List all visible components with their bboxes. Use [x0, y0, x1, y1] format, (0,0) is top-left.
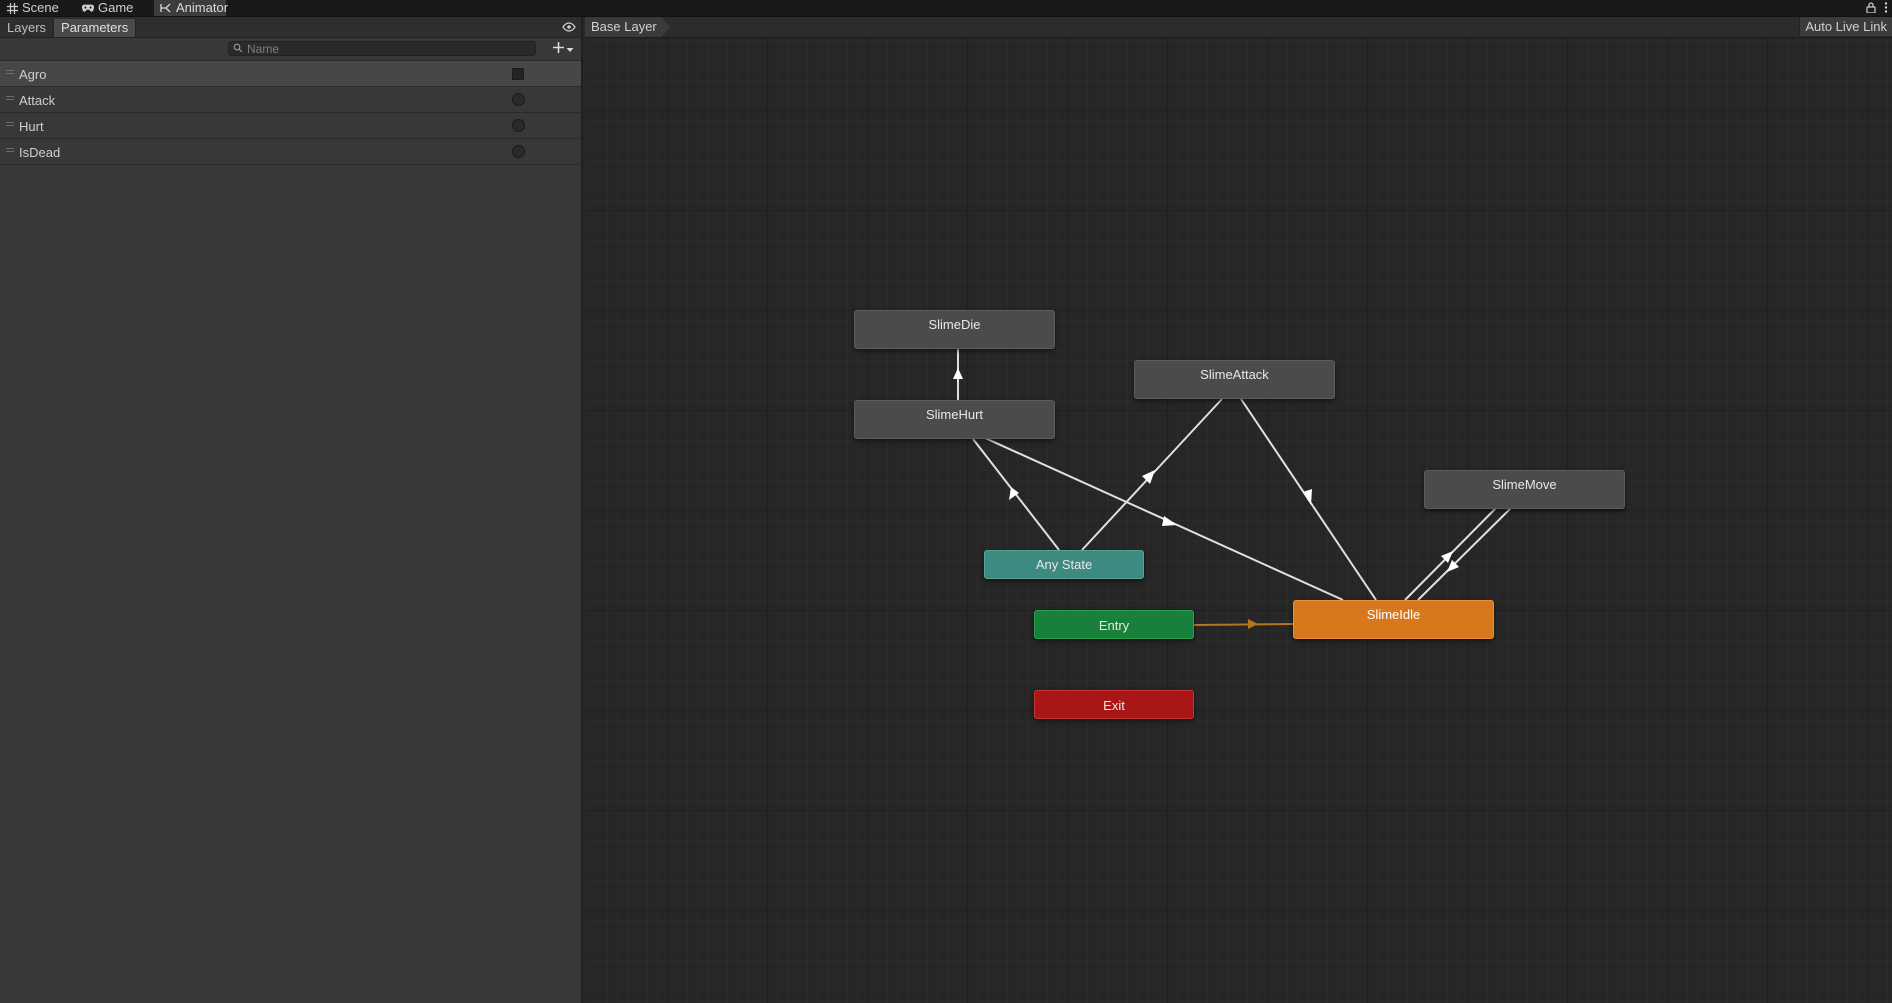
trigger-radio[interactable]: [512, 119, 525, 132]
transition-entry-to-idle[interactable]: [1193, 623, 1294, 626]
breadcrumb-base-layer[interactable]: Base Layer: [585, 17, 670, 37]
transition-arrow-icon: [1162, 516, 1177, 526]
parameter-row-attack[interactable]: Attack: [0, 87, 581, 113]
drag-handle-icon[interactable]: [6, 96, 14, 101]
lock-icon[interactable]: [1866, 1, 1876, 16]
tab-game[interactable]: Game: [76, 0, 139, 16]
transition-links: [953, 349, 1513, 629]
default-transition-arrow-icon: [1248, 619, 1258, 629]
transition-arrow-icon: [953, 368, 963, 379]
drag-handle-icon[interactable]: [6, 122, 14, 127]
eye-icon[interactable]: [561, 19, 577, 35]
parameters-panel: Layers Parameters Agro: [0, 17, 583, 1003]
tab-scene[interactable]: Scene: [0, 0, 65, 16]
search-icon: [233, 41, 243, 56]
state-slime-hurt[interactable]: SlimeHurt: [854, 400, 1055, 439]
search-field[interactable]: [228, 41, 536, 56]
search-input[interactable]: [247, 41, 527, 56]
parameter-name: IsDead: [19, 145, 61, 160]
chevron-down-icon: [566, 41, 574, 56]
drag-handle-icon[interactable]: [6, 148, 14, 153]
tab-label: Animator: [176, 0, 229, 15]
tab-strip-controls: [1866, 0, 1888, 16]
state-machine-graph[interactable]: SlimeDie SlimeHurt SlimeAttack SlimeMove…: [585, 38, 1892, 1003]
bool-checkbox[interactable]: [512, 68, 524, 80]
search-row: [0, 38, 581, 61]
trigger-radio[interactable]: [512, 145, 525, 158]
parameter-name: Attack: [19, 93, 56, 108]
parameter-row-hurt[interactable]: Hurt: [0, 113, 581, 139]
state-any-state[interactable]: Any State: [984, 550, 1144, 579]
tab-label: Game: [98, 0, 134, 15]
parameter-row-agro[interactable]: Agro: [0, 61, 581, 87]
plus-icon: [552, 41, 565, 57]
state-slime-idle[interactable]: SlimeIdle: [1293, 600, 1494, 639]
panel-subtabs: Layers Parameters: [0, 17, 581, 38]
parameter-name: Hurt: [19, 119, 44, 134]
gamepad-icon: [82, 2, 94, 14]
editor-tab-strip: Scene Game Animator: [0, 0, 1892, 17]
state-slime-attack[interactable]: SlimeAttack: [1134, 360, 1335, 399]
animator-icon: [160, 2, 172, 14]
state-exit[interactable]: Exit: [1034, 690, 1194, 719]
more-options-icon[interactable]: [1884, 1, 1888, 16]
drag-handle-icon[interactable]: [6, 70, 14, 75]
grid-icon: [6, 2, 18, 14]
state-slime-move[interactable]: SlimeMove: [1424, 470, 1625, 509]
subtab-parameters[interactable]: Parameters: [54, 18, 137, 37]
add-parameter-button[interactable]: [552, 40, 580, 57]
transition-move-to-idle[interactable]: [1417, 506, 1513, 601]
tab-label: Scene: [22, 0, 59, 15]
trigger-radio[interactable]: [512, 93, 525, 106]
subtab-layers[interactable]: Layers: [0, 18, 55, 37]
tab-animator[interactable]: Animator: [154, 0, 229, 16]
state-slime-die[interactable]: SlimeDie: [854, 310, 1055, 349]
parameter-list: Agro Attack Hurt IsDead: [0, 61, 581, 165]
parameter-name: Agro: [19, 67, 47, 82]
graph-toolbar: Base Layer Auto Live Link: [585, 17, 1892, 38]
auto-live-link-toggle[interactable]: Auto Live Link: [1799, 17, 1892, 36]
transition-arrow-icon: [1303, 489, 1312, 505]
state-entry[interactable]: Entry: [1034, 610, 1194, 639]
parameter-row-isdead[interactable]: IsDead: [0, 139, 581, 165]
